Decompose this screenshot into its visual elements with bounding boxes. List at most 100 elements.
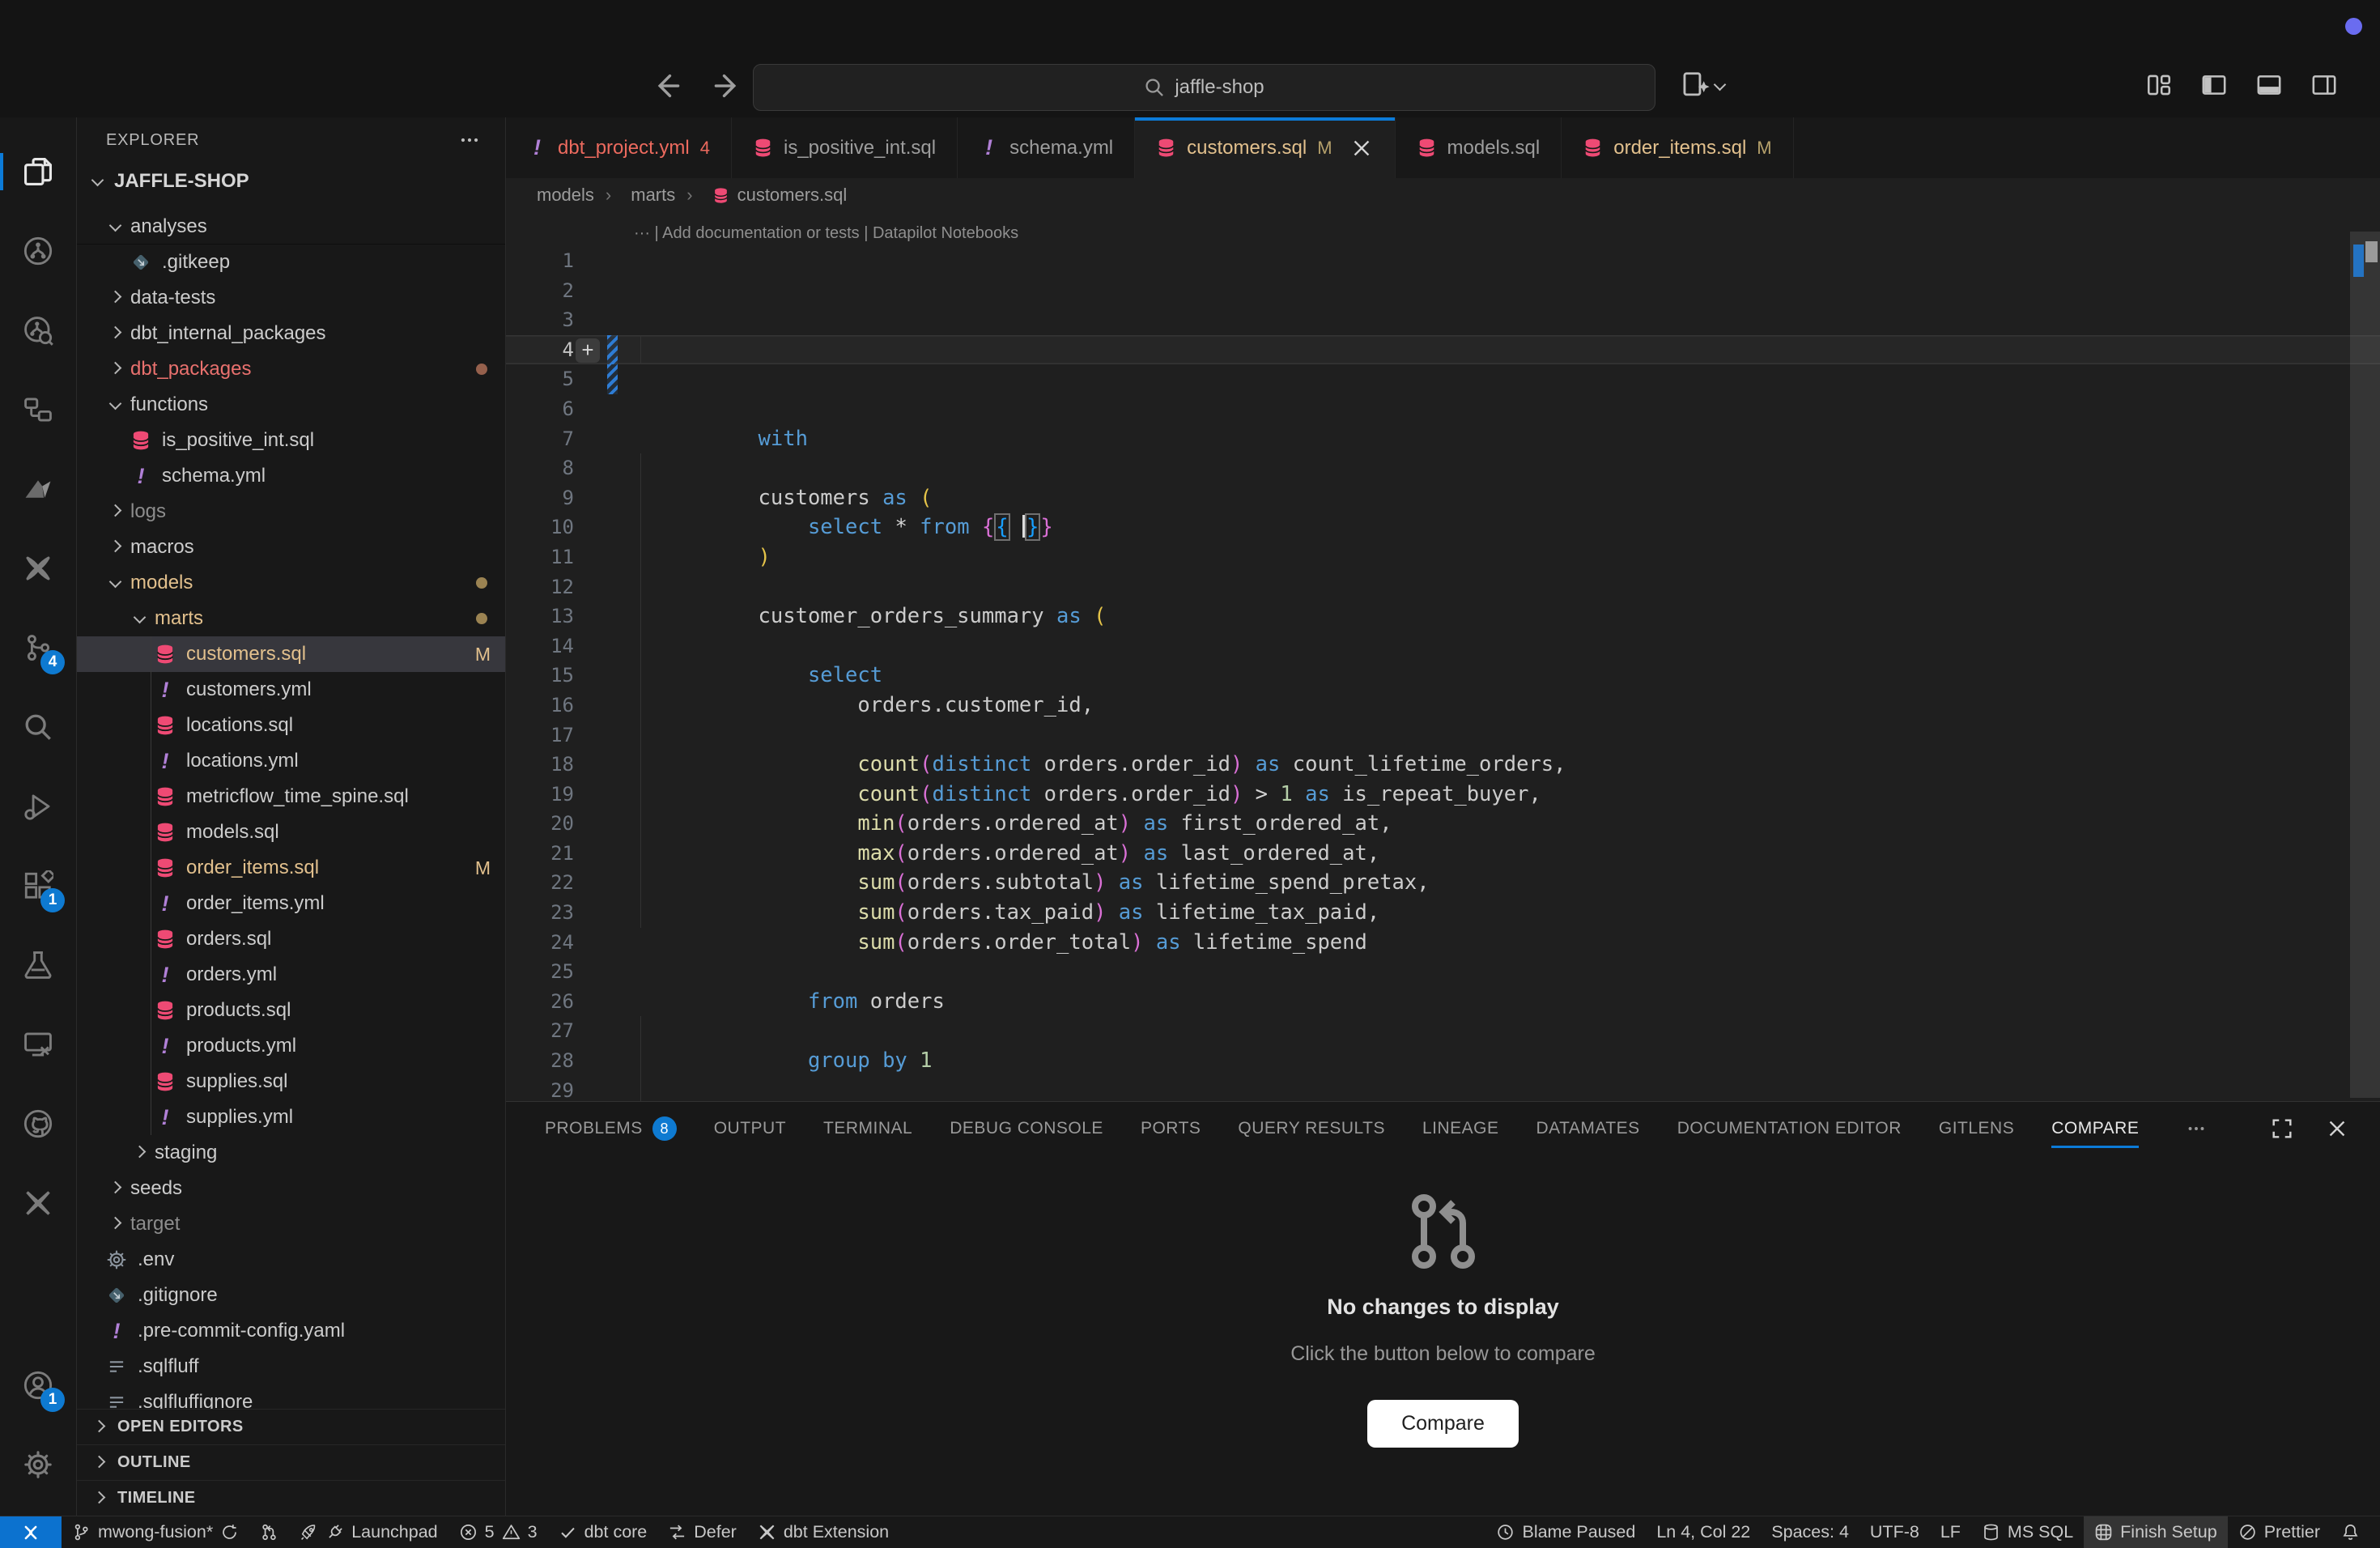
panel-tab[interactable]: DATAMATES — [1536, 1102, 1640, 1155]
activity-item[interactable] — [0, 132, 76, 211]
code-line[interactable]: 11 — [506, 542, 2380, 572]
activity-item[interactable] — [0, 529, 76, 608]
search-input[interactable]: jaffle-shop — [753, 64, 1655, 111]
code-line[interactable]: 10 orders.customer_id, — [506, 512, 2380, 542]
explorer-item[interactable]: ! supplies.yml — [77, 1099, 505, 1135]
code-line[interactable]: 8 — [506, 453, 2380, 483]
code-line[interactable]: 18 sum(orders.order_total) as lifetime_s… — [506, 750, 2380, 780]
explorer-item[interactable]: customers.sql M — [77, 636, 505, 672]
activity-item[interactable] — [0, 211, 76, 291]
activity-item[interactable] — [0, 925, 76, 1005]
explorer-item[interactable]: ! .pre-commit-config.yaml — [77, 1313, 505, 1349]
explorer-item[interactable]: ! orders.yml — [77, 957, 505, 993]
status-item[interactable] — [249, 1516, 289, 1548]
forward-icon[interactable] — [713, 71, 742, 100]
code-line[interactable]: 19 — [506, 780, 2380, 810]
activity-item[interactable] — [0, 1084, 76, 1163]
panel-tab[interactable]: DOCUMENTATION EDITOR — [1677, 1102, 1902, 1155]
status-item[interactable]: Spaces: 4 — [1761, 1516, 1859, 1548]
explorer-item[interactable]: analyses — [77, 209, 505, 245]
status-item[interactable]: UTF-8 — [1859, 1516, 1930, 1548]
code-line[interactable]: 6 — [506, 394, 2380, 424]
panel-tab[interactable]: PORTS — [1141, 1102, 1201, 1155]
activity-item[interactable] — [0, 370, 76, 449]
explorer-item[interactable]: marts — [77, 601, 505, 636]
panel-close-icon[interactable] — [2325, 1116, 2349, 1141]
editor-tab[interactable]: ! dbt_project.yml 4 — [506, 117, 732, 178]
status-item[interactable]: Launchpad — [289, 1516, 448, 1548]
remote-indicator[interactable] — [0, 1516, 62, 1548]
code-line[interactable]: 9 select — [506, 483, 2380, 513]
code-line[interactable]: 4 + select * from {{ }} — [506, 335, 2380, 365]
explorer-item[interactable]: seeds — [77, 1171, 505, 1206]
panel-tab[interactable] — [2176, 1102, 2207, 1155]
editor-tab[interactable]: is_positive_int.sql — [732, 117, 958, 178]
code-line[interactable]: 28 select — [506, 1046, 2380, 1076]
panel-tab[interactable]: QUERY RESULTS — [1238, 1102, 1385, 1155]
explorer-item[interactable]: supplies.sql — [77, 1064, 505, 1099]
explorer-item[interactable]: metricflow_time_spine.sql — [77, 779, 505, 814]
explorer-item[interactable]: .gitkeep — [77, 245, 505, 280]
code-area[interactable]: 1 with 2 3 — [506, 246, 2380, 1105]
status-item[interactable]: mwong-fusion* — [62, 1516, 249, 1548]
activity-item[interactable] — [0, 767, 76, 846]
explorer-item[interactable]: .sqlfluff — [77, 1349, 505, 1384]
explorer-item[interactable]: dbt_packages — [77, 351, 505, 387]
activity-item[interactable] — [0, 1163, 76, 1243]
explorer-item[interactable]: order_items.sql M — [77, 850, 505, 886]
status-item[interactable]: LF — [1930, 1516, 1971, 1548]
activity-item[interactable] — [0, 687, 76, 767]
sidebar-section-header[interactable]: OUTLINE — [77, 1444, 505, 1480]
status-item[interactable]: Blame Paused — [1485, 1516, 1646, 1548]
sidebar-section-header[interactable]: OPEN EDITORS — [77, 1409, 505, 1444]
explorer-item[interactable]: ! locations.yml — [77, 743, 505, 779]
panel-tab[interactable]: TERMINAL — [823, 1102, 912, 1155]
code-line[interactable]: 16 sum(orders.subtotal) as lifetime_spen… — [506, 691, 2380, 721]
code-line[interactable]: 25 — [506, 957, 2380, 987]
code-line[interactable]: 1 with — [506, 246, 2380, 276]
explorer-item[interactable]: data-tests — [77, 280, 505, 316]
status-item[interactable]: Finish Setup — [2084, 1516, 2228, 1548]
activity-item[interactable]: 4 — [0, 608, 76, 687]
explorer-item[interactable]: is_positive_int.sql — [77, 423, 505, 458]
status-item[interactable]: dbt Extension — [747, 1516, 899, 1548]
explorer-item[interactable]: .sqlfluffignore — [77, 1384, 505, 1409]
status-item[interactable]: Prettier — [2228, 1516, 2331, 1548]
more-actions-icon[interactable] — [458, 129, 481, 151]
explorer-item[interactable]: ! order_items.yml — [77, 886, 505, 921]
activity-item[interactable] — [0, 1005, 76, 1084]
share-button[interactable] — [1680, 70, 1725, 100]
code-line[interactable]: 24 ), — [506, 928, 2380, 958]
panel-maximize-icon[interactable] — [2270, 1116, 2294, 1141]
explorer-root[interactable]: JAFFLE-SHOP — [77, 163, 505, 200]
code-line[interactable]: 21 — [506, 839, 2380, 869]
sidebar-section-header[interactable]: TIMELINE — [77, 1480, 505, 1516]
status-item[interactable]: dbt core — [548, 1516, 658, 1548]
breadcrumb-item[interactable]: marts — [594, 185, 675, 206]
activity-item[interactable] — [0, 1425, 76, 1504]
explorer-item[interactable]: functions — [77, 387, 505, 423]
close-icon[interactable] — [1349, 136, 1374, 160]
editor-tab[interactable]: order_items.sql M — [1562, 117, 1793, 178]
explorer-item[interactable]: macros — [77, 529, 505, 565]
activity-item[interactable] — [0, 291, 76, 370]
code-line[interactable]: 12 count(distinct orders.order_id) as co… — [506, 572, 2380, 602]
explorer-item[interactable]: orders.sql — [77, 921, 505, 957]
code-line[interactable]: 20 from orders — [506, 809, 2380, 839]
explorer-item[interactable]: ! products.yml — [77, 1028, 505, 1064]
explorer-item[interactable]: models — [77, 565, 505, 601]
toggle-sidebar-icon[interactable] — [2200, 71, 2228, 99]
panel-tab[interactable]: DEBUG CONSOLE — [950, 1102, 1103, 1155]
activity-item[interactable] — [0, 449, 76, 529]
status-item[interactable]: 5 3 — [448, 1516, 548, 1548]
panel-tab[interactable]: OUTPUT — [714, 1102, 786, 1155]
panel-tab[interactable]: GITLENS — [1939, 1102, 2014, 1155]
panel-tab[interactable]: LINEAGE — [1422, 1102, 1499, 1155]
activity-item[interactable]: 1 — [0, 846, 76, 925]
code-line[interactable]: 15 max(orders.ordered_at) as last_ordere… — [506, 661, 2380, 691]
breadcrumb-item[interactable]: models — [537, 185, 594, 206]
scrollbar-thumb[interactable] — [2350, 232, 2380, 1098]
status-item[interactable]: Ln 4, Col 22 — [1646, 1516, 1761, 1548]
editor-tab[interactable]: ! schema.yml — [958, 117, 1135, 178]
breadcrumb-item[interactable]: customers.sql — [675, 185, 847, 206]
